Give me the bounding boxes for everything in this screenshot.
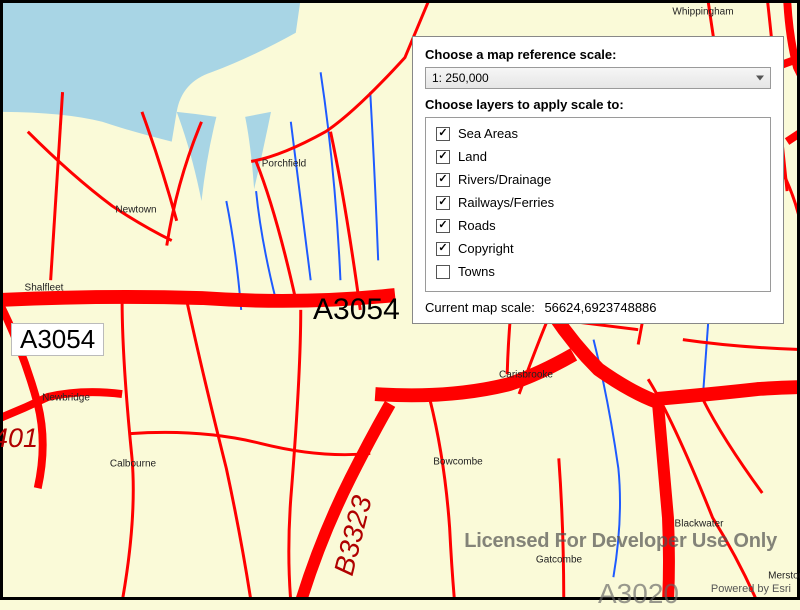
estuary-2 (245, 112, 271, 189)
layer-row: Land (436, 149, 760, 164)
layer-label: Sea Areas (458, 126, 518, 141)
layer-row: Towns (436, 264, 760, 279)
scale-heading: Choose a map reference scale: (425, 47, 771, 62)
layer-label: Railways/Ferries (458, 195, 554, 210)
current-scale-row: Current map scale: 56624,6923748886 (425, 300, 771, 315)
chevron-down-icon (756, 76, 764, 81)
layer-row: Sea Areas (436, 126, 760, 141)
layer-label: Towns (458, 264, 495, 279)
layer-checkbox[interactable] (436, 196, 450, 210)
layers-heading: Choose layers to apply scale to: (425, 97, 771, 112)
layer-row: Copyright (436, 241, 760, 256)
scale-combobox-value: 1: 250,000 (432, 71, 489, 85)
layer-checkbox[interactable] (436, 265, 450, 279)
layer-row: Rivers/Drainage (436, 172, 760, 187)
layer-row: Railways/Ferries (436, 195, 760, 210)
scale-combobox[interactable]: 1: 250,000 (425, 67, 771, 89)
layer-label: Rivers/Drainage (458, 172, 551, 187)
estuary-1 (177, 112, 217, 201)
layer-row: Roads (436, 218, 760, 233)
current-scale-label: Current map scale: (425, 300, 535, 315)
layer-checkbox[interactable] (436, 127, 450, 141)
layer-checkbox[interactable] (436, 173, 450, 187)
layers-list: Sea Areas Land Rivers/Drainage Railways/Fer… (425, 117, 771, 292)
layer-label: Roads (458, 218, 496, 233)
scale-panel: Choose a map reference scale: 1: 250,000… (412, 36, 784, 324)
layer-checkbox[interactable] (436, 242, 450, 256)
layer-checkbox[interactable] (436, 150, 450, 164)
layer-label: Land (458, 149, 487, 164)
layer-label: Copyright (458, 241, 514, 256)
layer-checkbox[interactable] (436, 219, 450, 233)
current-scale-value: 56624,6923748886 (544, 300, 656, 315)
